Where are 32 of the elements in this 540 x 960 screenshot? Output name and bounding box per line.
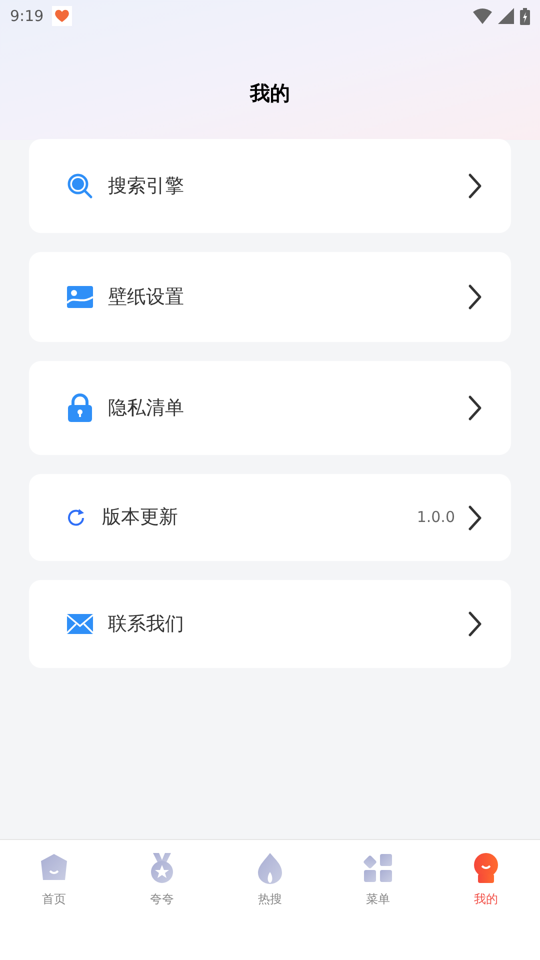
menu-label: 搜索引擎 [108,174,184,199]
tab[interactable]: 首页 [0,852,108,908]
chevron-right-icon [467,504,483,530]
tab[interactable]: 夸夸 [108,852,216,908]
version-number: 1.0.0 [416,507,455,528]
refresh-icon [65,506,87,528]
grid-icon [362,852,394,884]
menu-label: 版本更新 [102,505,178,530]
menu-label: 隐私清单 [108,396,184,421]
menu-item[interactable]: 搜索引擎 [29,139,511,233]
lock-icon [67,393,93,423]
wifi-icon [473,8,492,24]
search-icon [66,172,94,200]
menu-label: 联系我们 [108,612,184,637]
menu-item[interactable]: 隐私清单 [29,361,511,455]
chevron-right-icon [467,284,483,310]
chevron-right-icon [467,611,483,637]
tab[interactable]: 热搜 [216,852,324,908]
signal-icon [498,8,514,24]
menu-item[interactable]: 联系我们 [29,580,511,668]
battery-icon [520,8,530,24]
menu-item[interactable]: 壁纸设置 [29,252,511,342]
page-title: 我的 [250,80,290,107]
menu-item[interactable]: 版本更新 1.0.0 [29,474,511,561]
image-icon [66,285,94,309]
status-time: 9:19 [10,6,44,27]
chevron-right-icon [467,395,483,421]
tab[interactable]: 菜单 [324,852,432,908]
mail-icon [66,613,94,635]
menu-label: 壁纸设置 [108,284,184,310]
tab[interactable]: 我的 [432,852,540,908]
chevron-right-icon [467,173,483,199]
